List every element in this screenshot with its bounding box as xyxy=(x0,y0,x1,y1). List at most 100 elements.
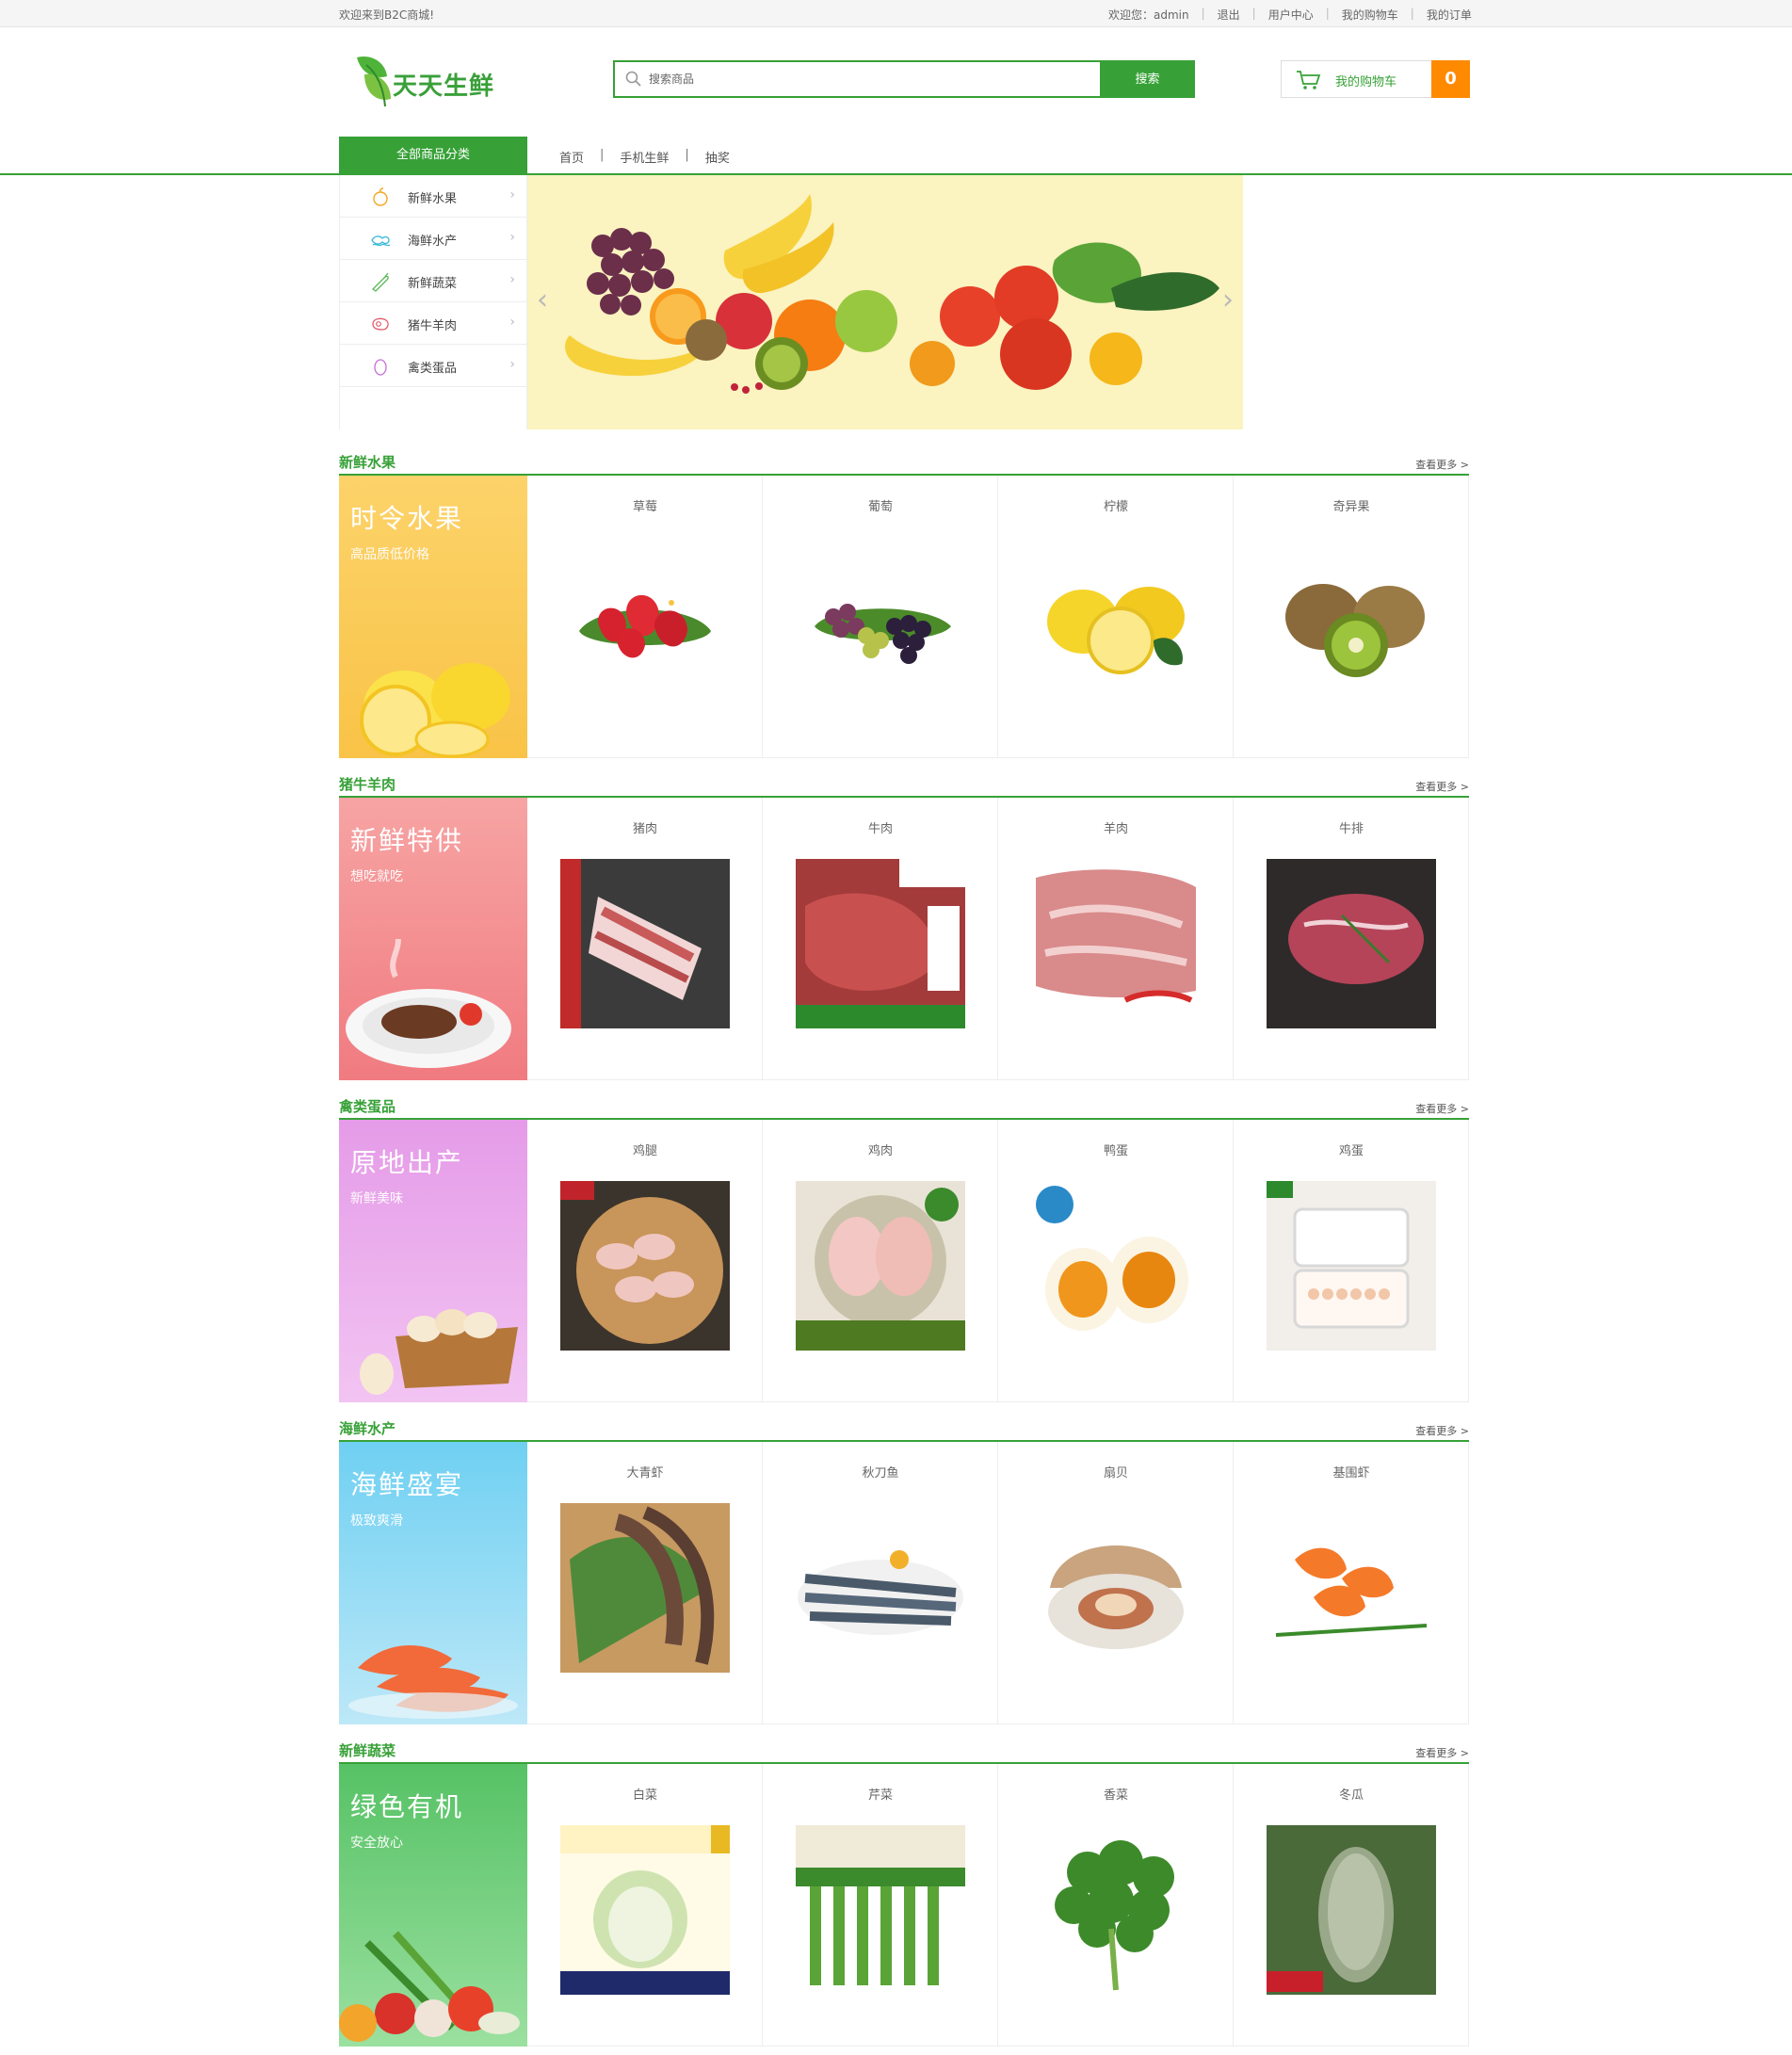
product-card[interactable]: 大青虾 xyxy=(527,1442,763,1724)
fruit-banner-image xyxy=(565,194,1219,394)
my-orders-link[interactable]: 我的订单 xyxy=(1427,7,1472,23)
category-label: 禽类蛋品 xyxy=(408,362,458,376)
view-more-link[interactable]: 查看更多 > xyxy=(1415,1423,1469,1438)
product-card[interactable]: 鸡肉 xyxy=(763,1120,998,1402)
section-vegetables: 新鲜蔬菜 查看更多 > 绿色有机 安全放心 白菜 芹菜 香菜 冬瓜 xyxy=(339,1740,1469,2055)
view-more-link[interactable]: 查看更多 > xyxy=(1415,779,1469,794)
promo-banner[interactable]: 绿色有机 安全放心 xyxy=(339,1764,527,2047)
promo-title: 海鲜盛宴 xyxy=(350,1469,464,1500)
product-card[interactable]: 芹菜 xyxy=(763,1764,998,2047)
section-title[interactable]: 猪牛羊肉 xyxy=(339,774,396,794)
search-input[interactable] xyxy=(649,62,1120,96)
product-image xyxy=(1285,584,1425,677)
promo-subtitle: 高品质低价格 xyxy=(350,547,429,562)
product-card[interactable]: 牛排 xyxy=(1234,798,1469,1080)
promo-banner[interactable]: 海鲜盛宴 极致爽滑 xyxy=(339,1442,527,1724)
product-image xyxy=(1031,1503,1201,1673)
banner-prev-arrow[interactable]: ‹ xyxy=(537,286,548,315)
product-card[interactable]: 香菜 xyxy=(998,1764,1234,2047)
chevron-right-icon: › xyxy=(509,187,515,202)
category-item-fruit[interactable]: 新鲜水果 › xyxy=(340,175,526,218)
product-card[interactable]: 草莓 xyxy=(527,476,763,758)
cart-count-badge: 0 xyxy=(1431,60,1470,98)
category-item-vegetable[interactable]: 新鲜蔬菜 › xyxy=(340,260,526,302)
my-cart-link[interactable]: 我的购物车 xyxy=(1342,7,1398,23)
product-card[interactable]: 白菜 xyxy=(527,1764,763,2047)
product-name: 芹菜 xyxy=(867,1788,893,1803)
product-card[interactable]: 奇异果 xyxy=(1234,476,1469,758)
category-item-egg[interactable]: 禽类蛋品 › xyxy=(340,345,526,387)
product-name: 大青虾 xyxy=(626,1466,664,1481)
product-card[interactable]: 猪肉 xyxy=(527,798,763,1080)
category-item-meat[interactable]: 猪牛羊肉 › xyxy=(340,302,526,345)
product-name: 牛排 xyxy=(1338,822,1364,836)
separator: | xyxy=(685,148,689,162)
view-more-link[interactable]: 查看更多 > xyxy=(1415,1101,1469,1116)
product-image xyxy=(796,1503,965,1673)
user-center-link[interactable]: 用户中心 xyxy=(1268,7,1314,23)
product-image xyxy=(579,594,711,658)
product-card[interactable]: 秋刀鱼 xyxy=(763,1442,998,1724)
nav-home[interactable]: 首页 xyxy=(559,148,584,166)
welcome-text: 欢迎来到B2C商城! xyxy=(339,8,435,22)
user-greeting[interactable]: 欢迎您：admin xyxy=(1108,7,1189,23)
separator: | xyxy=(600,148,605,162)
all-categories-tab[interactable]: 全部商品分类 xyxy=(339,137,527,174)
product-card[interactable]: 牛肉 xyxy=(763,798,998,1080)
promo-banner[interactable]: 时令水果 高品质低价格 xyxy=(339,476,527,758)
product-name: 白菜 xyxy=(632,1788,657,1803)
search-button[interactable]: 搜索 xyxy=(1100,60,1195,98)
product-card[interactable]: 葡萄 xyxy=(763,476,998,758)
promo-subtitle: 安全放心 xyxy=(350,1836,403,1851)
product-card[interactable]: 鸡蛋 xyxy=(1234,1120,1469,1402)
separator: | xyxy=(1201,7,1205,20)
nav-lottery[interactable]: 抽奖 xyxy=(705,148,730,166)
product-name: 鸡肉 xyxy=(867,1144,893,1158)
separator: | xyxy=(1410,7,1414,20)
section-seafood: 海鲜水产 查看更多 > 海鲜盛宴 极致爽滑 大青虾 秋刀鱼 扇贝 基围虾 xyxy=(339,1418,1469,1739)
product-name: 鸡腿 xyxy=(632,1144,657,1158)
product-name: 羊肉 xyxy=(1103,822,1128,836)
view-more-link[interactable]: 查看更多 > xyxy=(1415,1745,1469,1760)
logout-link[interactable]: 退出 xyxy=(1218,7,1240,23)
logo-text: 天天生鲜 xyxy=(393,73,495,101)
chevron-right-icon: › xyxy=(509,357,515,372)
hero-banner[interactable]: ‹ › xyxy=(527,175,1243,429)
section-title[interactable]: 禽类蛋品 xyxy=(339,1096,396,1116)
section-title[interactable]: 新鲜蔬菜 xyxy=(339,1740,396,1760)
cart-label: 我的购物车 xyxy=(1335,75,1397,89)
section-title[interactable]: 新鲜水果 xyxy=(339,452,396,472)
category-item-seafood[interactable]: 海鲜水产 › xyxy=(340,218,526,260)
nav-mobile-fresh[interactable]: 手机生鲜 xyxy=(620,148,669,166)
product-image xyxy=(796,1825,965,1995)
site-logo[interactable]: 天天生鲜 xyxy=(353,52,504,113)
meat-icon xyxy=(372,317,389,331)
section-meat: 猪牛羊肉 查看更多 > 新鲜特供 想吃就吃 猪肉 牛肉 羊肉 牛排 xyxy=(339,774,1469,1094)
product-card[interactable]: 鸭蛋 xyxy=(998,1120,1234,1402)
promo-banner[interactable]: 原地出产 新鲜美味 xyxy=(339,1120,527,1402)
product-name: 奇异果 xyxy=(1332,500,1370,514)
product-card[interactable]: 鸡腿 xyxy=(527,1120,763,1402)
view-more-link[interactable]: 查看更多 > xyxy=(1415,457,1469,472)
product-card[interactable]: 扇贝 xyxy=(998,1442,1234,1724)
promo-banner[interactable]: 新鲜特供 想吃就吃 xyxy=(339,798,527,1080)
product-image xyxy=(1031,1825,1201,1995)
product-card[interactable]: 柠檬 xyxy=(998,476,1234,758)
product-image xyxy=(1267,1181,1436,1351)
category-menu: 新鲜水果 › 海鲜水产 › 新鲜蔬菜 › 猪牛羊肉 › 禽类蛋品 › xyxy=(339,175,527,429)
shrimp-image xyxy=(348,1645,518,1719)
product-card[interactable]: 羊肉 xyxy=(998,798,1234,1080)
product-card[interactable]: 冬瓜 xyxy=(1234,1764,1469,2047)
product-card[interactable]: 基围虾 xyxy=(1234,1442,1469,1724)
category-label: 新鲜水果 xyxy=(408,192,458,206)
section-title[interactable]: 海鲜水产 xyxy=(339,1418,396,1438)
vegetables-image xyxy=(339,1931,520,2042)
chevron-right-icon: › xyxy=(509,315,515,330)
chevron-right-icon: › xyxy=(509,230,515,245)
product-image xyxy=(1031,859,1201,1028)
product-image xyxy=(1267,859,1436,1028)
egg-icon xyxy=(374,359,387,376)
cart-widget[interactable]: 我的购物车 0 xyxy=(1281,60,1470,98)
search-icon xyxy=(625,71,641,87)
banner-next-arrow[interactable]: › xyxy=(1222,286,1234,315)
